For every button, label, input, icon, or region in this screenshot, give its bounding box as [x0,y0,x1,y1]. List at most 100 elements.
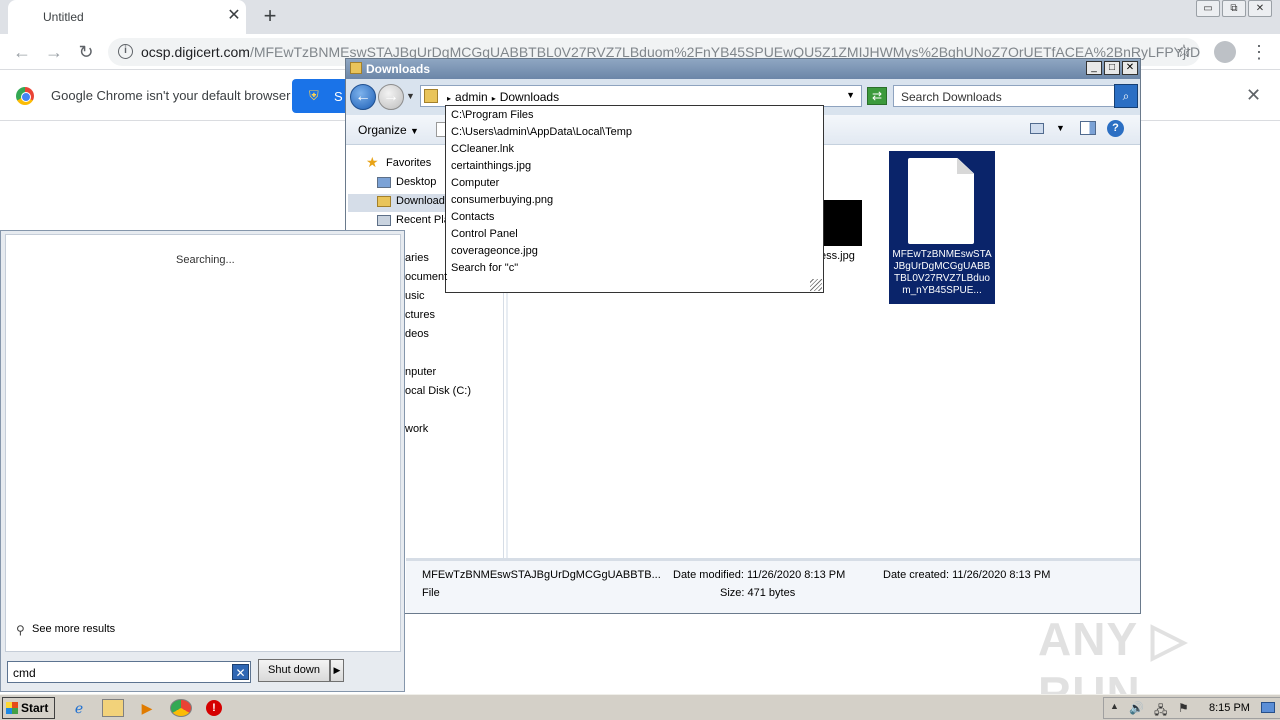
start-button[interactable]: Start [2,697,55,719]
file-label-jpg[interactable]: ess.jpg [820,250,855,262]
file-thumbnail-jpg[interactable] [824,200,862,246]
nav-recent-places[interactable]: Recent Pla [396,214,450,226]
autocomplete-item[interactable]: Computer [451,177,499,189]
organize-label: Organize [358,123,407,137]
network-icon[interactable]: 🖧 [1154,701,1167,720]
favorites-star-icon: ★ [366,154,379,170]
antivirus-icon[interactable]: ! [206,700,222,716]
start-search-results: Searching... ⚲ See more results [5,234,401,652]
breadcrumb-separator[interactable]: ▸ [492,94,496,103]
taskbar-clock[interactable]: 8:15 PM [1209,702,1250,714]
details-pane: MFEwTzBNMEswSTAJBgUrDgMCGgUABBTB... File… [406,558,1140,613]
view-options-dropdown-icon[interactable]: ▼ [1056,123,1065,133]
autocomplete-item[interactable]: C:\Users\admin\AppData\Local\Temp [451,126,632,138]
start-label: Start [21,701,49,715]
system-tray: ▲ 🔊 🖧 ⚑ 8:15 PM [1103,697,1280,719]
autocomplete-item[interactable]: Contacts [451,211,494,223]
folder-icon [350,62,362,74]
start-search-input[interactable]: cmd ✕ [7,661,251,683]
see-more-results-link[interactable]: ⚲ See more results [16,623,115,637]
action-center-flag-icon[interactable]: ⚑ [1178,701,1189,715]
explorer-close-button[interactable]: ✕ [1122,61,1138,75]
internet-explorer-icon[interactable]: ℯ [70,699,88,717]
show-desktop-icon[interactable] [1261,702,1275,713]
search-placeholder: Search Downloads [901,90,1002,104]
media-player-icon[interactable]: ▶ [138,699,156,717]
help-icon[interactable]: ? [1107,120,1124,137]
chrome-menu-icon[interactable]: ⋮ [1250,40,1268,64]
change-view-icon[interactable] [1030,123,1044,134]
shutdown-options-icon[interactable]: ▶ [330,659,344,682]
close-window-button[interactable]: ✕ [1248,0,1272,17]
breadcrumb-separator[interactable]: ▸ [447,94,451,103]
autocomplete-item[interactable]: consumerbuying.png [451,194,553,206]
autocomplete-item[interactable]: CCleaner.lnk [451,143,514,155]
infobar-message: Google Chrome isn't your default browser [51,88,291,103]
autocomplete-item[interactable]: Control Panel [451,228,518,240]
nav-documents[interactable]: ocument [405,271,447,283]
explorer-search-input[interactable]: Search Downloads ⌕ [893,84,1138,108]
volume-icon[interactable]: 🔊 [1129,701,1144,715]
downloads-folder-icon [424,89,438,103]
nav-pictures[interactable]: ctures [405,309,435,321]
explorer-window-controls: _ □ ✕ [1084,61,1138,75]
refresh-icon[interactable]: ⇄ [867,87,887,105]
organize-button[interactable]: Organize ▼ [358,123,419,137]
clear-search-icon[interactable]: ✕ [232,664,249,680]
minimize-button[interactable]: ▭ [1196,0,1220,17]
set-as-default-label: S [334,89,343,104]
preview-pane-icon[interactable] [1080,121,1096,135]
details-size: Size: 471 bytes [720,587,796,599]
forward-button[interactable]: → [42,40,66,64]
tab-close-icon[interactable]: ✕ [224,6,244,26]
explorer-taskbar-icon[interactable] [102,699,124,717]
nav-libraries[interactable]: aries [405,252,429,264]
show-hidden-icons-icon[interactable]: ▲ [1110,701,1119,711]
breadcrumb-downloads[interactable]: Downloads [500,90,559,104]
explorer-forward-button[interactable]: → [378,84,404,110]
chrome-taskbar-icon[interactable] [170,699,192,717]
chrome-tab-strip: Untitled ✕ + ▭ ⧉ ✕ [0,0,1280,34]
details-date-modified: Date modified: 11/26/2020 8:13 PM [673,569,846,581]
windows-logo-icon [6,702,18,714]
details-date-created: Date created: 11/26/2020 8:13 PM [883,569,1051,581]
breadcrumb-admin[interactable]: admin [455,90,488,104]
address-dropdown-icon[interactable]: ▼ [846,90,855,100]
restore-button[interactable]: ⧉ [1222,0,1246,17]
explorer-path-box[interactable]: ▸ admin ▸ Downloads ▼ [420,85,862,107]
resize-grip-icon[interactable] [810,279,822,291]
selected-file-name: MFEwTzBNMEswSTAJBgUrDgMCGgUABBTBL0V27RVZ… [892,249,992,296]
explorer-minimize-button[interactable]: _ [1086,61,1102,75]
desktop-icon [377,177,391,188]
downloads-folder-icon [377,196,391,207]
start-menu: Searching... ⚲ See more results cmd ✕ Sh… [0,230,405,692]
nav-computer[interactable]: nputer [405,366,436,378]
nav-network[interactable]: work [405,423,428,435]
profile-avatar[interactable] [1214,41,1236,63]
search-icon[interactable]: ⌕ [1114,84,1138,108]
explorer-title: Downloads [366,62,431,76]
nav-music[interactable]: usic [405,290,425,302]
nav-desktop[interactable]: Desktop [396,176,436,188]
tab-untitled[interactable]: Untitled ✕ [8,0,246,34]
nav-videos[interactable]: deos [405,328,429,340]
explorer-back-button[interactable]: ← [350,84,376,110]
site-info-icon[interactable]: i [118,44,133,59]
magnifier-icon: ⚲ [16,623,25,637]
selected-file-item[interactable]: MFEwTzBNMEswSTAJBgUrDgMCGgUABBTBL0V27RVZ… [889,151,995,304]
explorer-maximize-button[interactable]: □ [1104,61,1120,75]
reload-button[interactable]: ↻ [74,40,98,64]
shutdown-button[interactable]: Shut down [258,659,330,682]
bookmark-star-icon[interactable]: ☆ [1176,41,1192,62]
back-button[interactable]: ← [10,40,34,64]
nav-local-disk[interactable]: ocal Disk (C:) [405,385,471,397]
new-tab-button[interactable]: + [258,4,282,28]
nav-pane-visible-part: aries ocument usic ctures deos nputer oc… [405,250,503,550]
explorer-titlebar[interactable]: Downloads _ □ ✕ [346,59,1140,79]
autocomplete-item[interactable]: C:\Program Files [451,109,534,121]
recent-pages-dropdown-icon[interactable]: ▼ [406,91,415,101]
autocomplete-item[interactable]: certainthings.jpg [451,160,531,172]
nav-favorites[interactable]: Favorites [386,157,431,169]
uac-shield-icon: ⛨ [309,88,319,103]
infobar-close-icon[interactable]: ✕ [1246,85,1261,106]
